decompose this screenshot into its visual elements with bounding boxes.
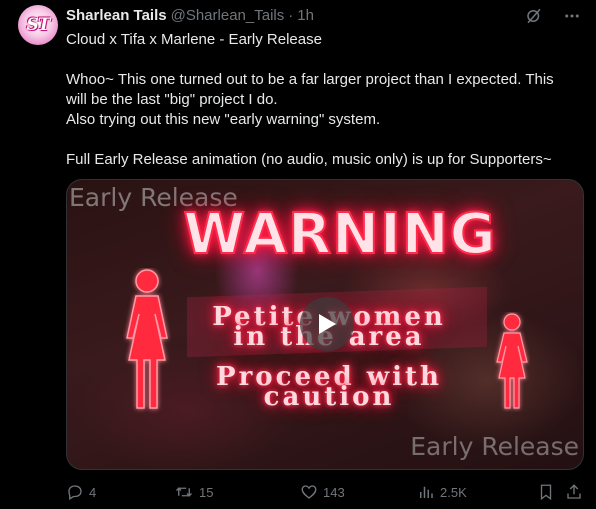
separator: · (288, 7, 294, 24)
tweet-paragraph-3: Full Early Release animation (no audio, … (66, 151, 552, 168)
like-count: 143 (323, 484, 345, 500)
play-icon (319, 314, 336, 334)
watermark-bottom: Early Release (410, 432, 579, 461)
like-button[interactable]: 143 (300, 483, 345, 501)
reply-count: 4 (89, 484, 97, 500)
top-actions (524, 6, 582, 26)
views-count: 2.5K (440, 484, 467, 500)
action-bar: 4 15 143 2.5K (66, 483, 586, 505)
reply-button[interactable]: 4 (66, 483, 96, 501)
tweet-header: Sharlean Tails @Sharlean_Tails · 1h (66, 7, 314, 24)
repost-icon (176, 487, 192, 497)
grok-icon[interactable] (524, 6, 544, 26)
share-button[interactable] (565, 483, 583, 501)
repost-button[interactable]: 15 (174, 483, 213, 501)
video-media[interactable]: Early Release WARNING Petite women in th… (66, 179, 584, 470)
message-line-4: caution (263, 382, 395, 412)
tweet-title: Cloud x Tifa x Marlene - Early Release (66, 31, 322, 48)
display-name[interactable]: Sharlean Tails (66, 7, 167, 24)
views-icon (420, 486, 433, 498)
share-icon (567, 484, 581, 499)
warning-headline: WARNING (182, 201, 497, 268)
tweet-paragraph-1: Whoo~ This one turned out to be a far la… (66, 71, 554, 108)
reply-icon (68, 485, 82, 500)
heart-icon (301, 485, 317, 499)
avatar-text: ST (26, 15, 51, 35)
more-icon[interactable] (562, 6, 582, 26)
tweet-text: Cloud x Tifa x Marlene - Early Release W… (66, 30, 578, 170)
timestamp[interactable]: 1h (297, 7, 314, 24)
bookmark-button[interactable] (537, 483, 555, 501)
play-button[interactable] (300, 297, 354, 351)
avatar[interactable]: ST (18, 5, 58, 45)
bookmark-icon (540, 484, 552, 501)
repost-count: 15 (199, 484, 214, 500)
views-button[interactable]: 2.5K (417, 483, 467, 501)
tweet-paragraph-2: Also trying out this new "early warning"… (66, 111, 381, 128)
user-handle[interactable]: @Sharlean_Tails (171, 7, 285, 24)
